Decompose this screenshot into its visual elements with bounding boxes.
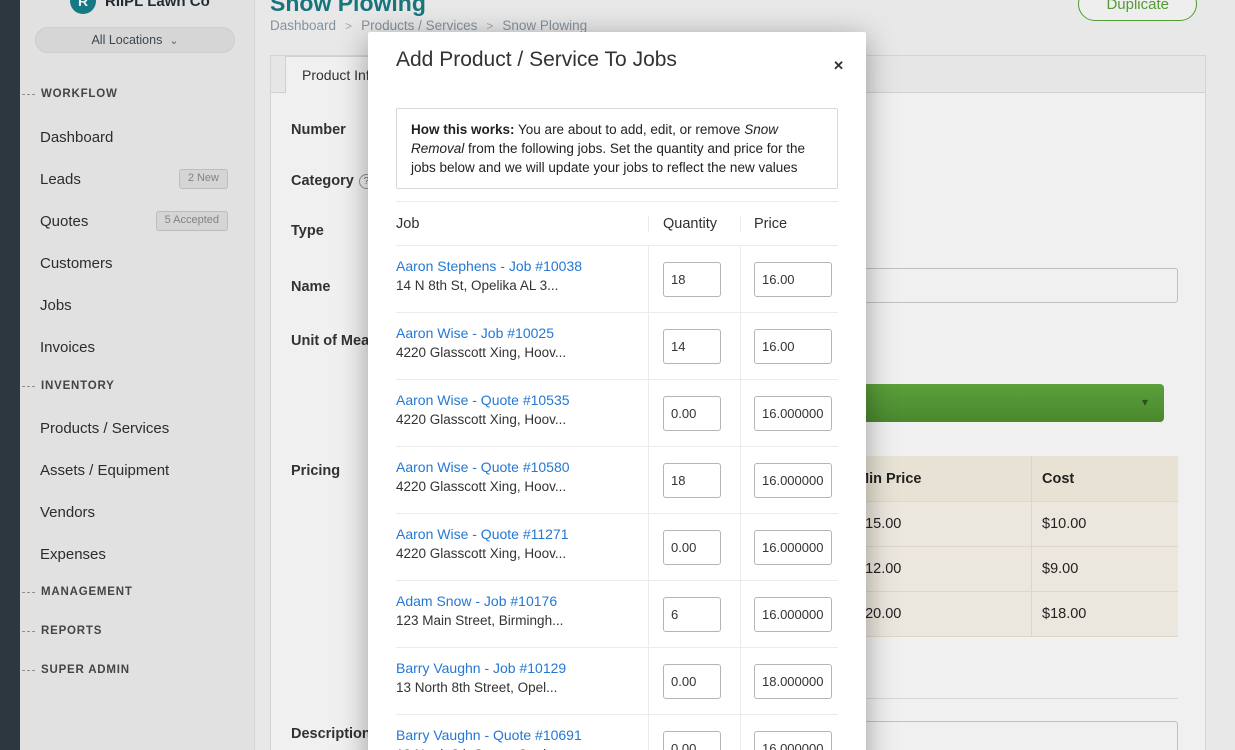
price-input[interactable]: [754, 329, 832, 364]
modal-header: Add Product / Service To Jobs ✕: [368, 32, 866, 72]
job-link[interactable]: Aaron Wise - Quote #10535: [396, 392, 640, 408]
job-address: 4220 Glasscott Xing, Hoov...: [396, 412, 640, 427]
job-row: Aaron Wise - Job #10025 4220 Glasscott X…: [396, 313, 838, 380]
price-input[interactable]: [754, 262, 832, 297]
note-text: from the following jobs. Set the quantit…: [411, 141, 805, 175]
job-link[interactable]: Barry Vaughn - Job #10129: [396, 660, 640, 676]
add-product-modal: Add Product / Service To Jobs ✕ How this…: [368, 32, 866, 750]
job-row: Aaron Stephens - Job #10038 14 N 8th St,…: [396, 246, 838, 313]
price-column-header: Price: [740, 216, 838, 232]
quantity-input[interactable]: [663, 731, 721, 750]
job-address: 13 North 8th Street, Opel...: [396, 680, 640, 695]
price-input[interactable]: [754, 731, 832, 750]
job-row: Aaron Wise - Quote #11271 4220 Glasscott…: [396, 514, 838, 581]
price-input[interactable]: [754, 530, 832, 565]
job-address: 4220 Glasscott Xing, Hoov...: [396, 345, 640, 360]
job-link[interactable]: Aaron Wise - Job #10025: [396, 325, 640, 341]
job-link[interactable]: Aaron Wise - Quote #11271: [396, 526, 640, 542]
price-input[interactable]: [754, 597, 832, 632]
quantity-column-header: Quantity: [648, 216, 740, 232]
quantity-input[interactable]: [663, 664, 721, 699]
job-row: Adam Snow - Job #10176 123 Main Street, …: [396, 581, 838, 648]
how-this-works-note: How this works: You are about to add, ed…: [396, 108, 838, 189]
quantity-input[interactable]: [663, 597, 721, 632]
job-row: Aaron Wise - Quote #10535 4220 Glasscott…: [396, 380, 838, 447]
job-column-header: Job: [396, 216, 648, 232]
job-row: Barry Vaughn - Job #10129 13 North 8th S…: [396, 648, 838, 715]
job-address: 123 Main Street, Birmingh...: [396, 613, 640, 628]
job-row: Aaron Wise - Quote #10580 4220 Glasscott…: [396, 447, 838, 514]
modal-title: Add Product / Service To Jobs: [396, 48, 838, 72]
close-icon[interactable]: ✕: [833, 58, 844, 74]
job-address: 4220 Glasscott Xing, Hoov...: [396, 479, 640, 494]
job-link[interactable]: Adam Snow - Job #10176: [396, 593, 640, 609]
price-input[interactable]: [754, 396, 832, 431]
price-input[interactable]: [754, 463, 832, 498]
job-row: Barry Vaughn - Quote #10691 13 North 8th…: [396, 715, 838, 750]
quantity-input[interactable]: [663, 329, 721, 364]
jobs-table-header: Job Quantity Price: [396, 202, 838, 246]
price-input[interactable]: [754, 664, 832, 699]
job-link[interactable]: Aaron Stephens - Job #10038: [396, 258, 640, 274]
quantity-input[interactable]: [663, 530, 721, 565]
modal-body: How this works: You are about to add, ed…: [368, 72, 866, 750]
jobs-table: Job Quantity Price Aaron Stephens - Job …: [396, 201, 838, 750]
job-link[interactable]: Barry Vaughn - Quote #10691: [396, 727, 640, 743]
job-address: 4220 Glasscott Xing, Hoov...: [396, 546, 640, 561]
note-bold: How this works:: [411, 122, 515, 137]
quantity-input[interactable]: [663, 396, 721, 431]
job-link[interactable]: Aaron Wise - Quote #10580: [396, 459, 640, 475]
quantity-input[interactable]: [663, 463, 721, 498]
quantity-input[interactable]: [663, 262, 721, 297]
note-text: You are about to add, edit, or remove: [515, 122, 745, 137]
job-address: 14 N 8th St, Opelika AL 3...: [396, 278, 640, 293]
